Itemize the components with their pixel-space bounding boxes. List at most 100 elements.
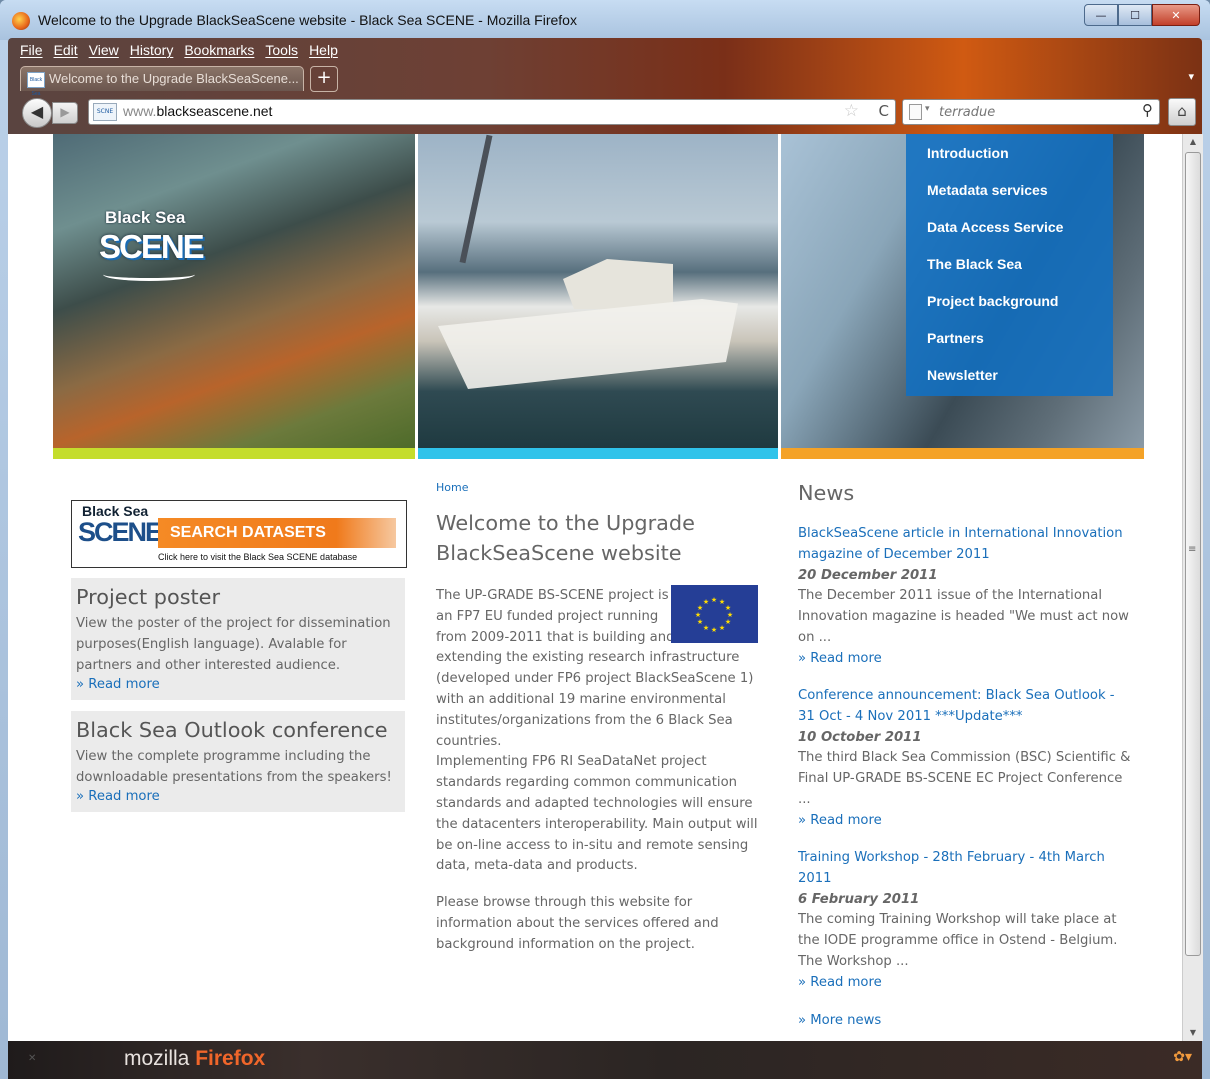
url-prefix: www.: [123, 103, 157, 119]
read-more-link[interactable]: » Read more: [798, 975, 882, 990]
menu-help[interactable]: Help: [309, 42, 338, 58]
svg-text:★: ★: [703, 598, 709, 606]
news-date: 10 October 2011: [798, 729, 922, 745]
site-identity-icon[interactable]: SCNE: [93, 103, 117, 121]
nav-the-black-sea[interactable]: The Black Sea: [927, 256, 1022, 272]
scroll-up-icon[interactable]: ▲: [1183, 134, 1203, 150]
box-text: View the poster of the project for disse…: [76, 616, 391, 673]
tab-label: Welcome to the Upgrade BlackSeaScene...: [49, 71, 299, 86]
read-more-link[interactable]: » Read more: [76, 677, 160, 692]
news-heading: News: [798, 481, 855, 505]
browse-text: Please browse through this website for i…: [436, 895, 719, 952]
svg-text:★: ★: [695, 611, 701, 619]
news-item: BlackSeaScene article in International I…: [798, 524, 1134, 670]
read-more-link[interactable]: » Read more: [76, 789, 160, 804]
brand-firefox: Firefox: [195, 1047, 266, 1070]
color-bar-cyan: [418, 448, 778, 459]
outlook-conference-box: Black Sea Outlook conference View the co…: [71, 711, 405, 812]
firefox-brand: mozilla Firefox: [124, 1047, 265, 1071]
browser-tab[interactable]: Black Sea SCENE Welcome to the Upgrade B…: [20, 66, 304, 111]
box-title: Project poster: [76, 585, 221, 609]
menu-history[interactable]: History: [130, 42, 174, 58]
news-item: Training Workshop - 28th February - 4th …: [798, 848, 1134, 994]
news-title-link[interactable]: Training Workshop - 28th February - 4th …: [798, 848, 1134, 890]
window-title: Welcome to the Upgrade BlackSeaScene web…: [38, 12, 577, 28]
svg-text:★: ★: [711, 626, 717, 634]
search-datasets-subtitle: Click here to visit the Black Sea SCENE …: [158, 552, 358, 562]
search-input[interactable]: [937, 102, 1131, 122]
nav-partners[interactable]: Partners: [927, 330, 984, 346]
back-button[interactable]: ◀: [22, 98, 52, 128]
page-viewport: Black Sea SCENE Introduction Metadata se…: [8, 134, 1182, 1041]
menu-file[interactable]: File: [20, 42, 43, 58]
list-all-tabs-icon[interactable]: ▾: [1188, 70, 1194, 83]
news-item: Conference announcement: Black Sea Outlo…: [798, 686, 1134, 832]
menu-edit[interactable]: Edit: [54, 42, 78, 58]
nav-metadata-services[interactable]: Metadata services: [927, 182, 1048, 198]
firefox-logo-icon: [12, 12, 30, 30]
page-title: Welcome to the Upgrade BlackSeaScene web…: [436, 511, 695, 565]
vertical-scrollbar[interactable]: ▲ ≡ ▼: [1182, 134, 1203, 1041]
color-bar-green: [53, 448, 415, 459]
browser-window: Welcome to the Upgrade BlackSeaScene web…: [0, 0, 1210, 1079]
status-bar: ✕ mozilla Firefox ✿▾: [8, 1041, 1202, 1079]
news-date: 6 February 2011: [798, 891, 920, 907]
color-bar-orange: [781, 448, 1144, 459]
home-button[interactable]: ⌂: [1168, 98, 1196, 126]
nav-newsletter[interactable]: Newsletter: [927, 367, 998, 383]
menu-tools[interactable]: Tools: [265, 42, 298, 58]
bookmark-star-icon[interactable]: ☆: [844, 101, 859, 121]
search-engine-icon[interactable]: [909, 104, 922, 120]
svg-text:★: ★: [711, 596, 717, 604]
menu-view[interactable]: View: [89, 42, 119, 58]
site-logo[interactable]: Black Sea SCENE: [99, 208, 205, 286]
minimize-button[interactable]: —: [1084, 4, 1118, 26]
addon-fish-icon[interactable]: ✿▾: [1173, 1049, 1192, 1065]
banner-logo-line2: SCENE: [78, 517, 163, 547]
close-button[interactable]: ✕: [1152, 4, 1200, 26]
news-date: 20 December 2011: [798, 567, 938, 583]
nav-data-access-service[interactable]: Data Access Service: [927, 219, 1063, 235]
favicon-icon: Black Sea SCENE: [27, 72, 45, 111]
news-title-link[interactable]: Conference announcement: Black Sea Outlo…: [798, 686, 1134, 728]
logo-line1: Black Sea: [105, 208, 186, 227]
new-tab-button[interactable]: +: [310, 66, 338, 92]
brand-mozilla: mozilla: [124, 1047, 190, 1070]
svg-text:★: ★: [703, 624, 709, 632]
forward-button[interactable]: ▶: [52, 102, 78, 124]
news-title-link[interactable]: BlackSeaScene article in International I…: [798, 524, 1134, 566]
navigation-bar: ◀ ▶ SCNE www.blackseascene.net ☆ C ▾ ⚲ ⌂: [14, 96, 1196, 128]
read-more-link[interactable]: » Read more: [798, 813, 882, 828]
menu-bookmarks[interactable]: Bookmarks: [184, 42, 254, 58]
close-addon-bar-icon[interactable]: ✕: [28, 1053, 36, 1064]
main-nav: Introduction Metadata services Data Acce…: [906, 134, 1113, 396]
search-icon[interactable]: ⚲: [1142, 101, 1153, 119]
url-bar[interactable]: SCNE www.blackseascene.net ☆ C: [88, 99, 896, 125]
web-page: Black Sea SCENE Introduction Metadata se…: [53, 134, 1144, 1041]
maximize-button[interactable]: ☐: [1118, 4, 1152, 26]
title-bar: Welcome to the Upgrade BlackSeaScene web…: [0, 0, 1210, 40]
reload-button[interactable]: C: [879, 102, 889, 120]
url-domain: blackseascene.net: [156, 103, 273, 119]
read-more-link[interactable]: » Read more: [798, 651, 882, 666]
search-datasets-button[interactable]: SEARCH DATASETS: [158, 518, 396, 548]
url-text[interactable]: www.blackseascene.net: [123, 103, 272, 119]
logo-wave-icon: [103, 268, 195, 281]
more-news-link[interactable]: » More news: [798, 1013, 881, 1028]
eu-flag: ★ ★ ★ ★ ★ ★ ★ ★ ★ ★ ★ ★: [671, 585, 758, 643]
nav-introduction[interactable]: Introduction: [927, 145, 1009, 161]
menu-bar: File Edit View History Bookmarks Tools H…: [20, 42, 338, 58]
search-engine-dropdown-icon[interactable]: ▾: [925, 104, 930, 114]
search-bar[interactable]: ▾ ⚲: [902, 99, 1160, 125]
svg-text:★: ★: [697, 618, 703, 626]
news-summary: The coming Training Workshop will take p…: [798, 912, 1118, 969]
logo-line2: SCENE: [99, 228, 205, 265]
breadcrumb[interactable]: Home: [436, 481, 468, 494]
scroll-down-icon[interactable]: ▼: [1183, 1025, 1203, 1041]
search-datasets-banner[interactable]: Black Sea SCENE SEARCH DATASETS Click he…: [71, 500, 407, 568]
coast-photo: [53, 134, 415, 448]
nav-project-background[interactable]: Project background: [927, 293, 1058, 309]
project-poster-box: Project poster View the poster of the pr…: [71, 578, 405, 700]
svg-text:★: ★: [725, 618, 731, 626]
browser-chrome: File Edit View History Bookmarks Tools H…: [8, 38, 1202, 134]
